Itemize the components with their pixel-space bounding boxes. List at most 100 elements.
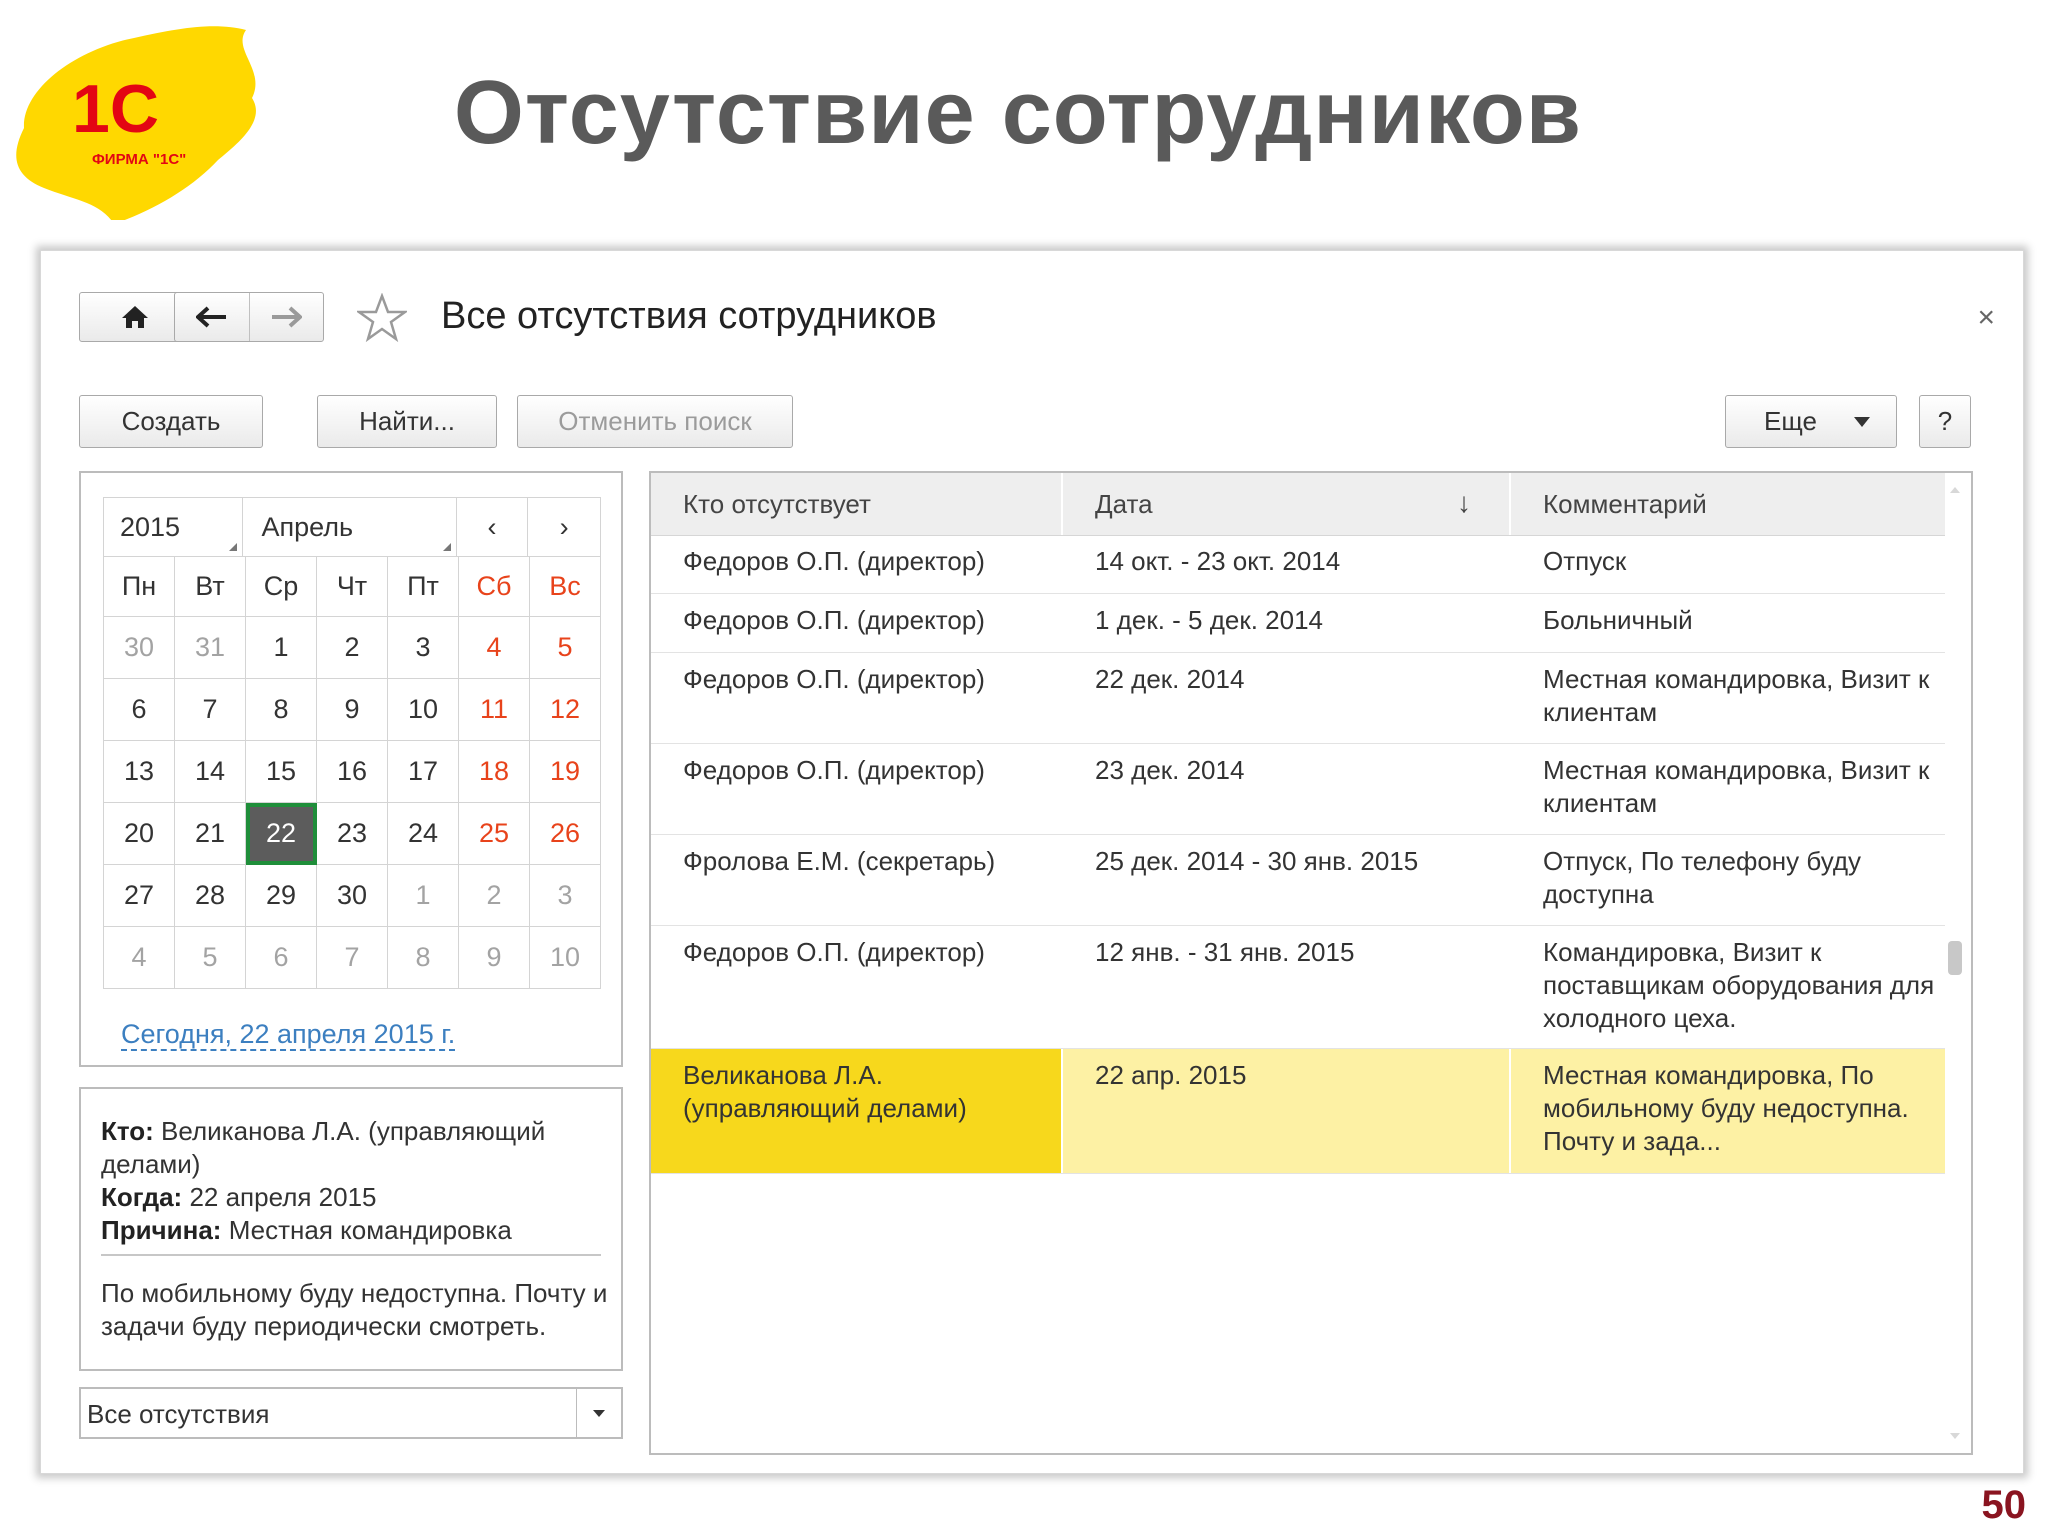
calendar-day[interactable]: 16 — [317, 741, 388, 803]
calendar-day[interactable]: 6 — [104, 679, 175, 741]
cell-date: 23 дек. 2014 — [1095, 755, 1245, 785]
more-button-label: Еще — [1764, 406, 1817, 436]
table-row[interactable]: Федоров О.П. (директор) 12 янв. - 31 янв.… — [651, 926, 1945, 1049]
table-row[interactable]: Федоров О.П. (директор) 14 окт. - 23 окт.… — [651, 535, 1945, 594]
cancel-search-button[interactable]: Отменить поиск — [517, 395, 793, 448]
calendar-day[interactable]: 2 — [459, 865, 530, 927]
weekday-header: Чт — [317, 557, 388, 617]
back-button[interactable] — [175, 293, 249, 341]
calendar-day[interactable]: 10 — [530, 927, 601, 989]
calendar-day[interactable]: 14 — [175, 741, 246, 803]
calendar-day[interactable]: 24 — [388, 803, 459, 865]
calendar-day[interactable]: 21 — [175, 803, 246, 865]
column-divider — [1061, 1049, 1063, 1173]
calendar-day[interactable]: 5 — [175, 927, 246, 989]
when-label: Когда: — [101, 1182, 183, 1212]
calendar-day[interactable]: 2 — [317, 617, 388, 679]
cell-comment: Местная командировка, По мобильному буду… — [1543, 1060, 1909, 1156]
calendar-day[interactable]: 3 — [530, 865, 601, 927]
calendar-day[interactable]: 4 — [459, 617, 530, 679]
calendar-day[interactable]: 10 — [388, 679, 459, 741]
cell-comment: Командировка, Визит к поставщикам оборуд… — [1543, 937, 1935, 1033]
cell-date: 12 янв. - 31 янв. 2015 — [1095, 937, 1355, 967]
create-button[interactable]: Создать — [79, 395, 263, 448]
corner-icon — [229, 543, 238, 551]
scroll-down-icon[interactable] — [1950, 1433, 1960, 1439]
calendar-day[interactable]: 4 — [104, 927, 175, 989]
calendar-day[interactable]: 30 — [104, 617, 175, 679]
column-header-date[interactable]: Дата ↓ — [1063, 473, 1511, 535]
calendar-day[interactable]: 3 — [388, 617, 459, 679]
calendar-panel: 2015 Апрель ‹ › Пн Вт Ср Чт Пт Сб Вс 30 31 1 2 3 4 5 6… — [79, 471, 623, 1067]
cell-who: Федоров О.П. (директор) — [683, 664, 985, 694]
more-button[interactable]: Еще — [1725, 395, 1897, 448]
table-scrollbar[interactable] — [1945, 473, 1967, 1453]
divider — [101, 1254, 601, 1256]
table-header: Кто отсутствует Дата ↓ Комментарий — [651, 473, 1945, 536]
forward-button[interactable] — [248, 293, 324, 341]
column-header-who[interactable]: Кто отсутствует — [651, 473, 1063, 535]
sort-desc-icon: ↓ — [1457, 487, 1471, 518]
calendar-day[interactable]: 31 — [175, 617, 246, 679]
absence-details-panel: Кто: Великанова Л.А. (управляющий делами… — [79, 1087, 623, 1371]
calendar-day[interactable]: 27 — [104, 865, 175, 927]
table-row[interactable]: Федоров О.П. (директор) 1 дек. - 5 дек. 2… — [651, 594, 1945, 653]
calendar-day[interactable]: 6 — [246, 927, 317, 989]
calendar-day[interactable]: 20 — [104, 803, 175, 865]
calendar-day[interactable]: 18 — [459, 741, 530, 803]
year-field[interactable]: 2015 — [104, 498, 244, 556]
table-row[interactable]: Федоров О.П. (директор) 22 дек. 2014 Местн… — [651, 653, 1945, 744]
calendar-day[interactable]: 30 — [317, 865, 388, 927]
cell-who: Федоров О.П. (директор) — [683, 937, 985, 967]
calendar-day[interactable]: 26 — [530, 803, 601, 865]
absence-filter-select[interactable]: Все отсутствия — [79, 1387, 623, 1439]
close-icon[interactable]: × — [1977, 301, 1995, 335]
calendar-day[interactable]: 19 — [530, 741, 601, 803]
calendar-day[interactable]: 8 — [246, 679, 317, 741]
calendar-day[interactable]: 1 — [388, 865, 459, 927]
calendar-day[interactable]: 7 — [317, 927, 388, 989]
column-header-comment[interactable]: Комментарий — [1511, 473, 1945, 535]
weekday-header: Пт — [388, 557, 459, 617]
table-row[interactable]: Фролова Е.М. (секретарь) 25 дек. 2014 - 3… — [651, 835, 1945, 926]
calendar-day[interactable]: 8 — [388, 927, 459, 989]
star-icon[interactable] — [357, 293, 407, 343]
column-header-date-label: Дата — [1095, 488, 1153, 519]
calendar-day[interactable]: 25 — [459, 803, 530, 865]
chevron-down-icon[interactable] — [576, 1389, 621, 1437]
calendar-day[interactable]: 9 — [459, 927, 530, 989]
absence-note: По мобильному буду недоступна. Почту и з… — [101, 1278, 608, 1341]
calendar-day[interactable]: 13 — [104, 741, 175, 803]
calendar-day[interactable]: 7 — [175, 679, 246, 741]
calendar-day[interactable]: 9 — [317, 679, 388, 741]
table-row-selected[interactable]: Великанова Л.А. (управляющий делами) 22 а… — [651, 1049, 1945, 1174]
next-month-button[interactable]: › — [528, 498, 600, 556]
reason-value: Местная командировка — [228, 1215, 512, 1245]
table-row[interactable]: Федоров О.П. (директор) 23 дек. 2014 Местн… — [651, 744, 1945, 835]
chevron-down-icon — [1854, 417, 1870, 427]
weekday-header: Сб — [459, 557, 530, 617]
calendar-day[interactable]: 28 — [175, 865, 246, 927]
reason-label: Причина: — [101, 1215, 222, 1245]
slide-title: Отсутствие сотрудников — [453, 63, 1583, 163]
calendar-day[interactable]: 12 — [530, 679, 601, 741]
scrollbar-thumb[interactable] — [1948, 941, 1962, 975]
cell-who: Федоров О.П. (директор) — [683, 755, 985, 785]
calendar-day[interactable]: 29 — [246, 865, 317, 927]
calendar-day[interactable]: 15 — [246, 741, 317, 803]
help-button[interactable]: ? — [1919, 395, 1971, 448]
absence-details: Кто: Великанова Л.А. (управляющий делами… — [101, 1115, 601, 1247]
calendar-day-selected[interactable]: 22 — [246, 803, 317, 865]
calendar-day[interactable]: 23 — [317, 803, 388, 865]
calendar-day[interactable]: 17 — [388, 741, 459, 803]
find-button[interactable]: Найти... — [317, 395, 497, 448]
scroll-up-icon[interactable] — [1950, 487, 1960, 493]
cell-date: 22 дек. 2014 — [1095, 664, 1245, 694]
month-field[interactable]: Апрель — [243, 498, 457, 556]
calendar-day[interactable]: 11 — [459, 679, 530, 741]
calendar-day[interactable]: 5 — [530, 617, 601, 679]
cell-comment: Отпуск — [1543, 546, 1627, 576]
today-link[interactable]: Сегодня, 22 апреля 2015 г. — [121, 1019, 456, 1051]
prev-month-button[interactable]: ‹ — [457, 498, 529, 556]
calendar-day[interactable]: 1 — [246, 617, 317, 679]
